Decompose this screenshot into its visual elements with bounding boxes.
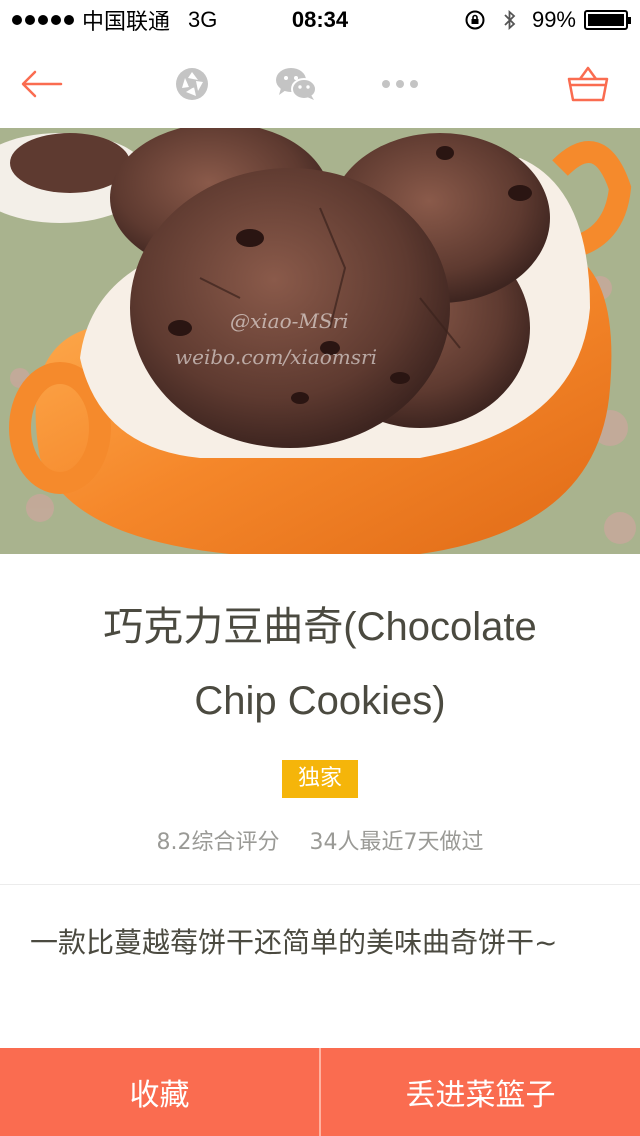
more-button[interactable]: [380, 40, 420, 128]
cookie-photo-illustration: @xiao-MSri weibo.com/xiaomsri: [0, 128, 640, 554]
exclusive-badge: 独家: [281, 760, 358, 798]
recipe-photo: @xiao-MSri weibo.com/xiaomsri: [0, 128, 640, 554]
recipe-title: 巧克力豆曲奇(Chocolate Chip Cookies): [103, 605, 537, 723]
more-dots-icon: [382, 80, 418, 88]
nav-bar: [0, 40, 640, 128]
recipe-description: 一款比蔓越莓饼干还简单的美味曲奇饼干~: [30, 926, 558, 959]
made-count-text: 34人最近7天做过: [309, 830, 484, 855]
basket-button[interactable]: [564, 40, 612, 128]
favorite-button[interactable]: 收藏: [0, 1048, 319, 1136]
recipe-stats: 8.2综合评分 34人最近7天做过: [0, 824, 640, 856]
network-type: 3G: [188, 7, 218, 32]
battery-percent: 99%: [531, 7, 576, 32]
battery-icon: [584, 10, 631, 30]
status-bar: 中国联通 3G 08:34 99%: [0, 0, 640, 40]
arrow-left-icon: [21, 70, 63, 98]
signal-strength-icon: [12, 15, 74, 25]
moments-share-button[interactable]: [172, 40, 212, 128]
divider: [0, 884, 640, 885]
aperture-icon: [176, 68, 208, 100]
bottom-action-bar: 收藏 丢进菜篮子: [0, 1048, 640, 1136]
bluetooth-icon: [504, 9, 516, 31]
rating-text: 8.2综合评分: [156, 830, 280, 855]
wechat-share-button[interactable]: [274, 40, 318, 128]
rotation-lock-icon: [465, 10, 485, 30]
recipe-header: 巧克力豆曲奇(Chocolate Chip Cookies) 独家 8.2综合评…: [0, 554, 640, 884]
wechat-icon: [276, 68, 317, 100]
carrier-name: 中国联通: [82, 9, 171, 34]
watermark-line2: weibo.com/xiaomsri: [175, 345, 377, 369]
back-button[interactable]: [20, 40, 64, 128]
status-right: 99%: [464, 7, 631, 33]
basket-icon: [567, 66, 609, 102]
status-left: 中国联通 3G: [12, 4, 217, 36]
add-to-basket-button[interactable]: 丢进菜篮子: [321, 1048, 640, 1136]
watermark-line1: @xiao-MSri: [230, 309, 349, 333]
